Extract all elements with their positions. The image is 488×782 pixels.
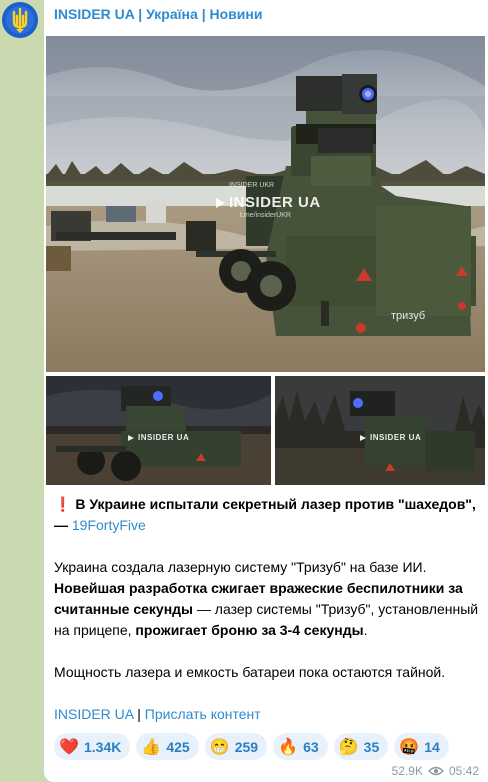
trident-icon bbox=[2, 2, 38, 38]
channel-name-link[interactable]: INSIDER UA bbox=[54, 6, 134, 22]
reactions-bar: ❤️ 1.34K 👍 425 😁 259 🔥 63 🤔 35 🤬 14 bbox=[54, 733, 449, 760]
reaction-thinking[interactable]: 🤔 35 bbox=[333, 733, 389, 760]
submit-content-link[interactable]: Прислать контент bbox=[145, 706, 261, 722]
paragraph-2: Украина создала лазерную систему "Тризуб… bbox=[54, 559, 479, 638]
watermark-small-2: INSIDER UA bbox=[360, 433, 421, 442]
tag-news[interactable]: Новини bbox=[210, 6, 263, 22]
thumbnail-photo-1[interactable]: INSIDER UA bbox=[46, 376, 271, 485]
telegram-plane-icon bbox=[216, 197, 225, 208]
reaction-heart[interactable]: ❤️ 1.34K bbox=[54, 733, 131, 760]
reaction-angry[interactable]: 🤬 14 bbox=[394, 733, 449, 760]
exclamation-icon: ❗ bbox=[54, 496, 72, 512]
thumbs-up-icon: 👍 bbox=[141, 738, 162, 756]
watermark-top: INSIDER UKR bbox=[229, 182, 275, 189]
truck-label: тризуб bbox=[391, 310, 425, 322]
tag-ukraine[interactable]: Україна bbox=[146, 6, 198, 22]
watermark-sub: t.me/insiderUKR bbox=[240, 212, 291, 219]
channel-avatar[interactable] bbox=[2, 2, 38, 38]
view-count: 52.9K bbox=[391, 764, 423, 778]
headline: ❗ В Украине испытали секретный лазер про… bbox=[54, 496, 476, 533]
post-time: 05:42 bbox=[448, 764, 479, 778]
heart-icon: ❤️ bbox=[59, 738, 79, 756]
paragraph-3: Мощность лазера и емкость батареи пока о… bbox=[54, 664, 446, 680]
message-meta: 52.9K 05:42 bbox=[392, 764, 479, 778]
channel-link[interactable]: INSIDER UA bbox=[54, 706, 133, 722]
fire-icon: 🔥 bbox=[278, 738, 299, 756]
reaction-grin[interactable]: 😁 259 bbox=[204, 733, 268, 760]
post-text: ❗ В Украине испытали секретный лазер про… bbox=[54, 494, 482, 746]
eye-icon bbox=[427, 766, 444, 776]
message-header: INSIDER UA | Україна | Новини bbox=[54, 6, 263, 22]
watermark: INSIDER UA bbox=[216, 194, 321, 211]
main-photo[interactable]: тризуб INSIDER UA INSIDER UKR t.me/insid… bbox=[46, 36, 485, 372]
thumbnail-photo-2[interactable]: INSIDER UA bbox=[275, 376, 485, 485]
watermark-small-1: INSIDER UA bbox=[128, 433, 189, 442]
reaction-fire[interactable]: 🔥 63 bbox=[273, 733, 328, 760]
reaction-thumbs-up[interactable]: 👍 425 bbox=[136, 733, 199, 760]
footer-links: INSIDER UA | Прислать контент bbox=[54, 706, 261, 722]
grin-face-icon: 😁 bbox=[209, 738, 230, 756]
message-bubble: INSIDER UA | Україна | Новини тризуб INS… bbox=[44, 0, 488, 782]
thinking-face-icon: 🤔 bbox=[338, 738, 359, 756]
angry-face-icon: 🤬 bbox=[399, 738, 420, 756]
source-link[interactable]: 19FortyFive bbox=[72, 517, 146, 533]
